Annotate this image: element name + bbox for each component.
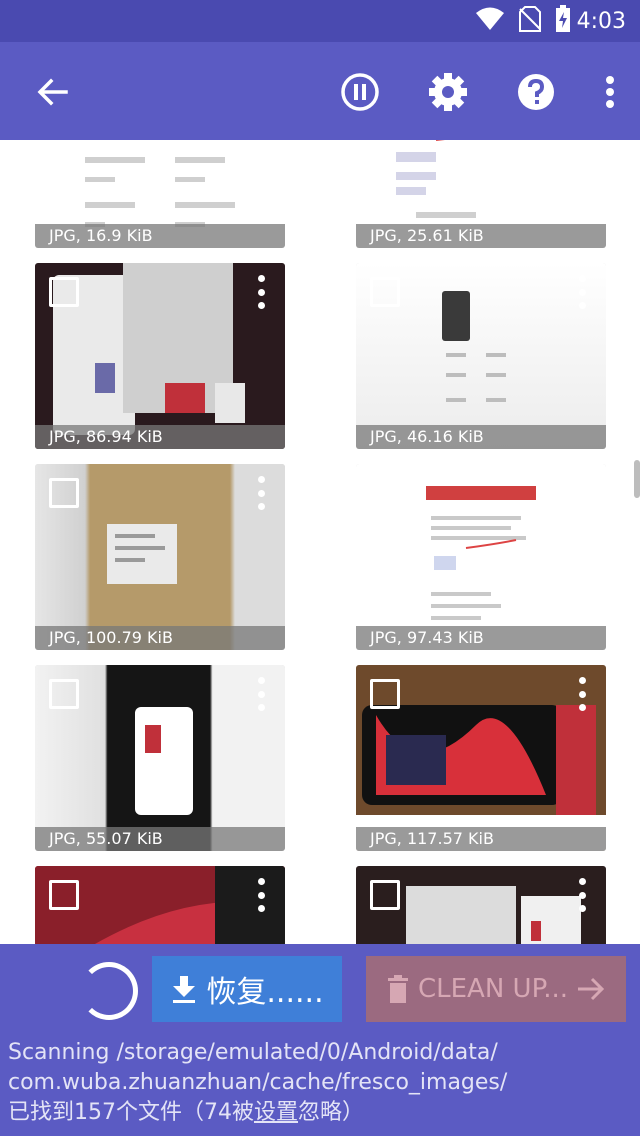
found-files-line: 已找到157个文件（74被设置忽略） bbox=[8, 1098, 632, 1128]
scan-status: Scanning /storage/emulated/0/Android/dat… bbox=[8, 1038, 632, 1128]
arrow-right-icon bbox=[578, 977, 605, 1001]
help-button[interactable] bbox=[510, 66, 562, 118]
select-checkbox[interactable] bbox=[49, 880, 79, 910]
restore-button-label: 恢复...... bbox=[206, 975, 324, 1010]
file-card[interactable] bbox=[35, 866, 285, 944]
file-caption: JPG, 25.61 KiB bbox=[356, 224, 606, 248]
scrollbar-thumb[interactable] bbox=[634, 460, 640, 498]
no-sim-icon bbox=[518, 6, 541, 36]
progress-spinner bbox=[80, 962, 138, 1020]
file-caption: JPG, 16.9 KiB bbox=[35, 224, 285, 248]
found-files-suffix: 忽略） bbox=[298, 1100, 365, 1125]
select-checkbox[interactable] bbox=[370, 277, 400, 307]
file-caption: JPG, 86.94 KiB bbox=[35, 425, 285, 449]
scan-path-line-1: Scanning /storage/emulated/0/Android/dat… bbox=[8, 1040, 498, 1065]
clean-up-button-label: CLEAN UP... bbox=[417, 974, 569, 1004]
back-arrow-icon bbox=[37, 78, 68, 106]
select-checkbox[interactable] bbox=[49, 478, 79, 508]
card-menu-button[interactable] bbox=[255, 878, 267, 912]
bottom-panel: 恢复...... CLEAN UP... Scanning /storage/e… bbox=[0, 944, 640, 1136]
wifi-icon bbox=[475, 6, 505, 36]
file-caption: JPG, 55.07 KiB bbox=[35, 827, 285, 851]
file-caption: JPG, 117.57 KiB bbox=[356, 827, 606, 851]
scan-path-line-2: com.wuba.zhuanzhuan/cache/fresco_images/ bbox=[8, 1070, 508, 1095]
trash-icon bbox=[387, 975, 408, 1003]
card-menu-button[interactable] bbox=[255, 677, 267, 711]
pause-icon bbox=[341, 73, 379, 111]
select-checkbox[interactable] bbox=[49, 679, 79, 709]
gear-icon bbox=[429, 73, 467, 111]
file-card[interactable]: JPG, 100.79 KiB bbox=[35, 464, 285, 650]
file-card[interactable]: JPG, 55.07 KiB bbox=[35, 665, 285, 851]
card-menu-button[interactable] bbox=[576, 677, 588, 711]
select-checkbox[interactable] bbox=[370, 679, 400, 709]
file-caption: JPG, 46.16 KiB bbox=[356, 425, 606, 449]
file-card[interactable]: JPG, 46.16 KiB bbox=[356, 263, 606, 449]
file-card[interactable] bbox=[356, 866, 606, 944]
overflow-menu-icon bbox=[606, 76, 614, 108]
clean-up-button[interactable]: CLEAN UP... bbox=[366, 956, 626, 1022]
found-files-prefix: 已找到157个文件（74被 bbox=[8, 1100, 254, 1125]
card-menu-button[interactable] bbox=[576, 878, 588, 912]
download-icon bbox=[173, 976, 196, 1003]
app-bar bbox=[0, 42, 640, 140]
file-grid: JPG, 16.9 KiB JPG, 25.61 KiB JPG, 86.94 … bbox=[0, 140, 640, 944]
select-checkbox[interactable] bbox=[370, 478, 400, 508]
select-checkbox[interactable] bbox=[49, 277, 79, 307]
overflow-menu-button[interactable] bbox=[598, 66, 622, 118]
file-caption: JPG, 97.43 KiB bbox=[356, 626, 606, 650]
card-menu-button[interactable] bbox=[255, 275, 267, 309]
restore-button[interactable]: 恢复...... bbox=[152, 956, 342, 1022]
card-menu-button[interactable] bbox=[576, 275, 588, 309]
card-menu-button[interactable] bbox=[255, 476, 267, 510]
settings-link[interactable]: 设置 bbox=[254, 1100, 298, 1125]
settings-button[interactable] bbox=[422, 66, 474, 118]
select-checkbox[interactable] bbox=[370, 880, 400, 910]
file-card[interactable]: JPG, 117.57 KiB bbox=[356, 665, 606, 851]
file-card[interactable]: JPG, 16.9 KiB bbox=[35, 140, 285, 248]
help-icon bbox=[518, 74, 554, 110]
back-button[interactable] bbox=[32, 72, 72, 112]
file-card[interactable]: JPG, 86.94 KiB bbox=[35, 263, 285, 449]
status-bar: 4:03 bbox=[0, 0, 640, 42]
card-menu-button[interactable] bbox=[576, 476, 588, 510]
battery-charging-icon bbox=[555, 5, 571, 37]
clock: 4:03 bbox=[576, 8, 626, 34]
file-card[interactable]: JPG, 97.43 KiB bbox=[356, 464, 606, 650]
file-card[interactable]: JPG, 25.61 KiB bbox=[356, 140, 606, 248]
file-caption: JPG, 100.79 KiB bbox=[35, 626, 285, 650]
pause-button[interactable] bbox=[334, 66, 386, 118]
